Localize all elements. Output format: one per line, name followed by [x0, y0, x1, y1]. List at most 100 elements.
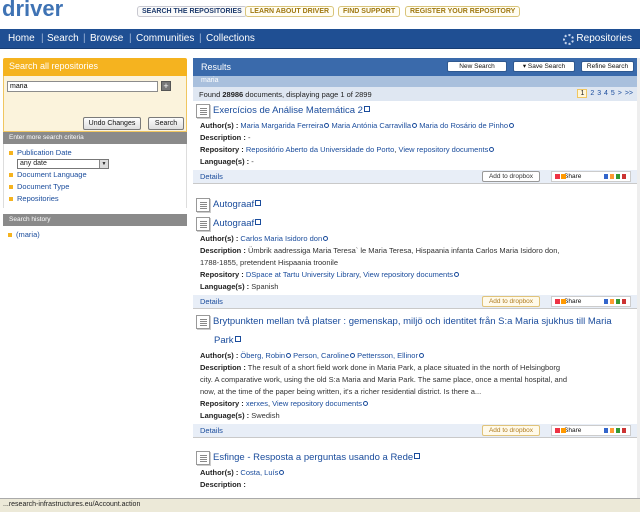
- result-title[interactable]: Autograaf: [213, 218, 254, 229]
- search-icon[interactable]: [323, 236, 329, 241]
- chevron-down-icon[interactable]: ▼: [99, 160, 108, 168]
- results-header: Results New Search ▾ Save Search Refine …: [193, 58, 637, 76]
- results-title: Results: [201, 62, 232, 72]
- author-link[interactable]: Carlos Maria Isidoro don: [240, 234, 322, 243]
- search-icon[interactable]: [509, 123, 514, 128]
- search-button[interactable]: Search: [148, 117, 184, 130]
- nav-register-repository[interactable]: REGISTER YOUR REPOSITORY: [405, 6, 521, 17]
- author-link[interactable]: Maria Antónia Carravilla: [331, 121, 411, 130]
- found-summary: Found 28986 documents, displaying page 1…: [193, 87, 637, 101]
- repository-row: Repository : DSpace at Tartu University …: [193, 269, 637, 281]
- date-select[interactable]: any date ▼: [17, 159, 109, 169]
- bullet-icon: [9, 185, 13, 190]
- criteria-document-type[interactable]: Document Type: [9, 181, 186, 193]
- nav-learn-about-driver[interactable]: LEARN ABOUT DRIVER: [245, 6, 335, 17]
- language-row: Language(s) : Spanish: [200, 282, 279, 291]
- repository-link[interactable]: Repositório Aberto da Universidade do Po…: [246, 145, 394, 154]
- nav-search-repositories[interactable]: SEARCH THE REPOSITORIES: [137, 6, 247, 17]
- page-link[interactable]: 5: [611, 90, 615, 97]
- view-repository-link[interactable]: View repository documents: [272, 399, 362, 408]
- details-link[interactable]: Details: [200, 172, 223, 181]
- social-icons: [604, 428, 626, 433]
- search-icon[interactable]: [279, 470, 285, 475]
- query-bar: maria: [193, 76, 637, 87]
- external-link-icon[interactable]: [363, 106, 370, 112]
- page-last[interactable]: >>: [625, 90, 633, 97]
- browser-status-bar: ...research-infrastructures.eu/Account.a…: [0, 498, 640, 512]
- repository-link[interactable]: DSpace at Tartu University Library: [246, 270, 359, 279]
- external-link-icon[interactable]: [255, 200, 262, 206]
- search-icon[interactable]: [350, 353, 355, 358]
- history-item[interactable]: (maria): [8, 229, 187, 241]
- nav-search[interactable]: Search: [47, 33, 79, 44]
- history-list: (maria): [3, 226, 187, 244]
- add-field-button[interactable]: +: [161, 81, 171, 91]
- repository-row: Repository : xerxes, View repository doc…: [193, 398, 637, 410]
- author-link[interactable]: Maria do Rosário de Pinho: [419, 121, 508, 130]
- card-actions: Details Add to dropbox Share: [193, 170, 637, 183]
- save-search-button[interactable]: ▾ Save Search: [513, 61, 575, 72]
- search-panel-title: Search all repositories: [3, 58, 187, 76]
- document-icon: [196, 104, 210, 118]
- details-link[interactable]: Details: [200, 426, 223, 435]
- language-row: Language(s) : -: [200, 157, 254, 166]
- main-navbar: Home | Search | Browse | Communities | C…: [0, 29, 640, 49]
- search-icon[interactable]: [489, 147, 495, 152]
- result-card: Esfinge - Resposta a perguntas usando a …: [193, 448, 637, 491]
- nav-communities[interactable]: Communities: [136, 33, 194, 44]
- result-title[interactable]: Brytpunkten mellan två platser : gemensk…: [213, 316, 612, 327]
- result-title[interactable]: Autograaf: [213, 199, 254, 210]
- search-icon[interactable]: [418, 353, 424, 358]
- undo-changes-button[interactable]: Undo Changes: [83, 117, 141, 130]
- author-link[interactable]: Costa, Luís: [240, 468, 278, 477]
- external-link-icon[interactable]: [255, 219, 262, 225]
- authors-row: Author(s) : Maria Margarida Ferreira Mar…: [193, 120, 637, 132]
- nav-collections[interactable]: Collections: [206, 33, 255, 44]
- social-icons: [604, 174, 626, 179]
- external-link-icon[interactable]: [414, 453, 421, 459]
- search-icon[interactable]: [412, 123, 418, 128]
- author-link[interactable]: Pettersson, Ellinor: [357, 351, 418, 360]
- nav-home[interactable]: Home: [8, 33, 35, 44]
- page-link[interactable]: 3: [597, 90, 601, 97]
- nav-repositories[interactable]: Repositories: [576, 33, 632, 44]
- page-link[interactable]: 2: [590, 90, 594, 97]
- result-title[interactable]: Esfinge - Resposta a perguntas usando a …: [213, 452, 413, 463]
- share-button[interactable]: Share: [551, 171, 631, 182]
- result-title[interactable]: Exercícios de Análise Matemática 2: [213, 105, 363, 116]
- search-icon[interactable]: [286, 353, 292, 358]
- author-link[interactable]: Öberg, Robin: [240, 351, 285, 360]
- view-repository-link[interactable]: View repository documents: [398, 145, 488, 154]
- refine-search-button[interactable]: Refine Search: [581, 61, 634, 72]
- new-search-button[interactable]: New Search: [447, 61, 507, 72]
- nav-browse[interactable]: Browse: [90, 33, 123, 44]
- result-title-continued[interactable]: Park: [214, 335, 234, 346]
- external-link-icon[interactable]: [234, 336, 241, 342]
- top-header: driver SEARCH THE REPOSITORIES LEARN ABO…: [0, 0, 640, 28]
- nav-separator: |: [199, 33, 202, 44]
- author-link[interactable]: Person, Caroline: [293, 351, 349, 360]
- bullet-icon: [9, 173, 13, 178]
- criteria-document-language[interactable]: Document Language: [9, 169, 186, 181]
- share-button[interactable]: Share: [551, 296, 631, 307]
- search-icon[interactable]: [454, 272, 460, 277]
- view-repository-link[interactable]: View repository documents: [363, 270, 453, 279]
- share-button[interactable]: Share: [551, 425, 631, 436]
- criteria-repositories[interactable]: Repositories: [9, 193, 186, 205]
- page-link[interactable]: 4: [604, 90, 608, 97]
- search-icon[interactable]: [363, 401, 369, 406]
- nav-find-support[interactable]: FIND SUPPORT: [338, 6, 401, 17]
- criteria-publication-date[interactable]: Publication Date: [9, 147, 186, 159]
- social-icons: [604, 299, 626, 304]
- details-link[interactable]: Details: [200, 297, 223, 306]
- repository-link[interactable]: xerxes: [246, 399, 268, 408]
- add-to-dropbox-button[interactable]: Add to dropbox: [482, 171, 540, 182]
- author-link[interactable]: Maria Margarida Ferreira: [240, 121, 323, 130]
- page-next[interactable]: >: [618, 90, 622, 97]
- driver-logo[interactable]: driver: [2, 0, 63, 22]
- add-to-dropbox-button[interactable]: Add to dropbox: [482, 425, 540, 436]
- search-input[interactable]: [7, 81, 158, 92]
- search-icon[interactable]: [324, 123, 330, 128]
- document-icon: [196, 217, 210, 231]
- add-to-dropbox-button[interactable]: Add to dropbox: [482, 296, 540, 307]
